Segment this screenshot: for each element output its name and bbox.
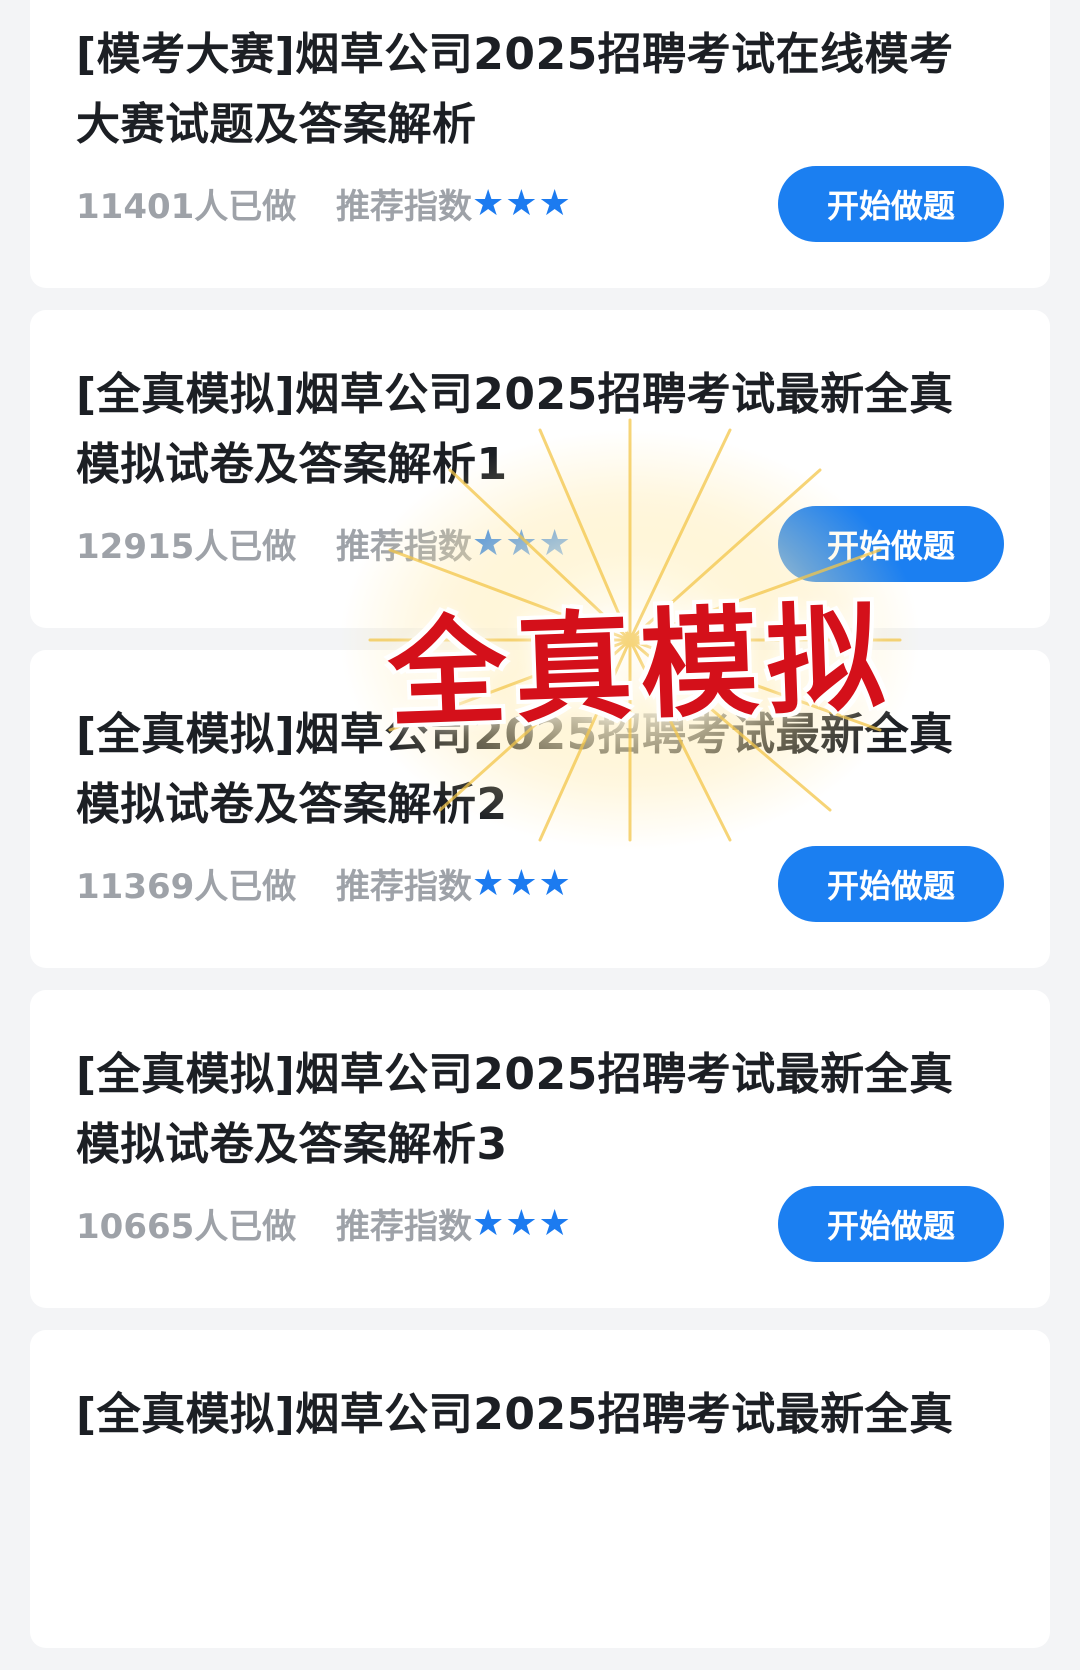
exam-title-line: [全真模拟]烟草公司2025招聘考试最新全真	[76, 369, 954, 420]
exam-card[interactable]: [全真模拟]烟草公司2025招聘考试最新全真 模拟试卷及答案解析3 10665人…	[30, 990, 1050, 1308]
done-count: 10665人已做	[76, 1206, 297, 1247]
done-count: 12915人已做	[76, 526, 297, 567]
exam-title-line: [全真模拟]烟草公司2025招聘考试最新全真	[76, 709, 954, 760]
recommend-label: 推荐指数	[336, 186, 472, 227]
recommend-label: 推荐指数	[336, 866, 472, 907]
exam-title[interactable]: [全真模拟]烟草公司2025招聘考试最新全真 模拟试卷及答案解析2	[76, 700, 1006, 840]
exam-meta: 12915人已做 推荐指数 ★★★	[76, 515, 572, 571]
star-rating-icon: ★★★	[472, 522, 572, 564]
exam-title-line: [全真模拟]烟草公司2025招聘考试最新全真	[76, 1049, 954, 1100]
exam-title-line: 大赛试题及答案解析	[76, 99, 477, 150]
star-rating-icon: ★★★	[472, 862, 572, 904]
exam-card[interactable]: [模考大赛]烟草公司2025招聘考试在线模考 大赛试题及答案解析 11401人已…	[30, 0, 1050, 288]
exam-card[interactable]: [全真模拟]烟草公司2025招聘考试最新全真 模拟试卷及答案解析2 11369人…	[30, 650, 1050, 968]
exam-title-line: 模拟试卷及答案解析2	[76, 779, 508, 830]
start-exam-button[interactable]: 开始做题	[778, 1186, 1004, 1262]
done-count: 11401人已做	[76, 186, 297, 227]
exam-title-line: 模拟试卷及答案解析1	[76, 439, 508, 490]
done-count: 11369人已做	[76, 866, 297, 907]
exam-title[interactable]: [模考大赛]烟草公司2025招聘考试在线模考 大赛试题及答案解析	[76, 20, 1006, 160]
exam-title[interactable]: [全真模拟]烟草公司2025招聘考试最新全真 模拟试卷及答案解析1	[76, 360, 1006, 500]
exam-meta: 10665人已做 推荐指数 ★★★	[76, 1195, 572, 1251]
exam-meta: 11401人已做 推荐指数 ★★★	[76, 175, 572, 231]
start-exam-button[interactable]: 开始做题	[778, 846, 1004, 922]
exam-card[interactable]: [全真模拟]烟草公司2025招聘考试最新全真 模拟试卷及答案解析1 12915人…	[30, 310, 1050, 628]
exam-card[interactable]: [全真模拟]烟草公司2025招聘考试最新全真	[30, 1330, 1050, 1648]
exam-meta: 11369人已做 推荐指数 ★★★	[76, 855, 572, 911]
recommend-label: 推荐指数	[336, 1206, 472, 1247]
exam-list: [模考大赛]烟草公司2025招聘考试在线模考 大赛试题及答案解析 11401人已…	[30, 0, 1050, 1670]
exam-title[interactable]: [全真模拟]烟草公司2025招聘考试最新全真 模拟试卷及答案解析3	[76, 1040, 1006, 1180]
star-rating-icon: ★★★	[472, 182, 572, 224]
start-exam-button[interactable]: 开始做题	[778, 506, 1004, 582]
star-rating-icon: ★★★	[472, 1202, 572, 1244]
recommend-label: 推荐指数	[336, 526, 472, 567]
start-exam-button[interactable]: 开始做题	[778, 166, 1004, 242]
exam-title-line: 模拟试卷及答案解析3	[76, 1119, 508, 1170]
exam-title-line: [模考大赛]烟草公司2025招聘考试在线模考	[76, 29, 954, 80]
